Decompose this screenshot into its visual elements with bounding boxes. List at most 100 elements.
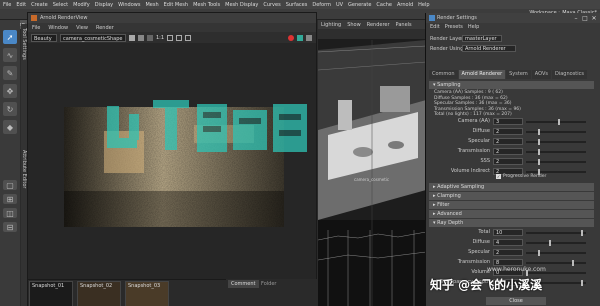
sampling-param-value[interactable]: 3 xyxy=(493,117,523,125)
ray-depth-header[interactable]: ▾ Ray Depth xyxy=(429,219,594,227)
rs-menu-presets[interactable]: Presets xyxy=(445,24,463,30)
maya-menu-item[interactable]: Curves xyxy=(263,2,280,8)
tab-comment[interactable]: Comment xyxy=(228,280,259,288)
close-icon[interactable]: ✕ xyxy=(590,15,598,22)
maya-menu-item[interactable]: Display xyxy=(95,2,113,8)
rv-menu-file[interactable]: File xyxy=(32,25,40,31)
snapshot-thumb[interactable]: Snapshot_01 xyxy=(29,281,73,306)
rotate-tool-icon[interactable]: ↻ xyxy=(3,102,17,116)
viewport-menu-lighting[interactable]: Lighting xyxy=(321,22,341,28)
progressive-render-checkbox[interactable]: ✓ xyxy=(496,174,501,179)
snapshot-thumb[interactable]: Snapshot_03 xyxy=(125,281,169,306)
crop-icon[interactable] xyxy=(176,34,183,41)
sampling-param-slider[interactable] xyxy=(526,159,586,165)
ray-depth-param-slider[interactable] xyxy=(526,250,586,256)
slider-handle[interactable] xyxy=(572,260,574,266)
tab-common[interactable]: Common xyxy=(429,70,458,79)
lasso-tool-icon[interactable]: ∿ xyxy=(3,48,17,62)
rv-menu-window[interactable]: Window xyxy=(48,25,68,31)
slider-handle[interactable] xyxy=(538,139,540,145)
maya-menu-item[interactable]: Create xyxy=(31,2,48,8)
render-layer-dropdown[interactable]: masterLayer xyxy=(462,35,502,42)
sampling-param-value[interactable]: 2 xyxy=(493,147,523,155)
render-canvas[interactable] xyxy=(28,43,316,279)
snapshot-thumb[interactable]: Snapshot_02 xyxy=(77,281,121,306)
minimize-icon[interactable]: – xyxy=(572,15,580,22)
lock-icon[interactable] xyxy=(185,34,192,41)
sampling-param-value[interactable]: 2 xyxy=(493,127,523,135)
slider-handle[interactable] xyxy=(538,129,540,135)
maya-menu-item[interactable]: Generate xyxy=(348,2,371,8)
ray-depth-param-slider[interactable] xyxy=(526,240,586,246)
maya-menu-item[interactable]: Edit xyxy=(16,2,26,8)
paint-select-icon[interactable]: ✎ xyxy=(3,66,17,80)
filter-header[interactable]: ▸ Filter xyxy=(429,201,594,209)
viewport-menu-renderer[interactable]: Renderer xyxy=(367,22,390,28)
advanced-header[interactable]: ▸ Advanced xyxy=(429,210,594,218)
slider-handle[interactable] xyxy=(581,280,583,286)
stop-render-icon[interactable] xyxy=(288,34,294,41)
maximize-icon[interactable]: □ xyxy=(581,15,589,22)
stacked-view-icon[interactable]: ⊟ xyxy=(3,222,17,232)
scene-viewport[interactable]: Lighting Show Renderer Panels 480 x 270 … xyxy=(318,20,426,306)
clamping-header[interactable]: ▸ Clamping xyxy=(429,192,594,200)
viewport-menu-panels[interactable]: Panels xyxy=(396,22,412,28)
tab-diagnostics[interactable]: Diagnostics xyxy=(552,70,588,79)
single-view-icon[interactable]: ▢ xyxy=(3,180,17,190)
slider-handle[interactable] xyxy=(538,250,540,256)
maya-menu-item[interactable]: Mesh Tools xyxy=(193,2,220,8)
settings-icon[interactable] xyxy=(306,34,312,41)
viewport-menu-show[interactable]: Show xyxy=(347,22,361,28)
aov-dropdown[interactable]: Beauty xyxy=(31,33,57,42)
ray-depth-param-value[interactable]: 8 xyxy=(493,258,523,266)
adaptive-sampling-header[interactable]: ▸ Adaptive Sampling xyxy=(429,183,594,191)
sampling-param-slider[interactable] xyxy=(526,149,586,155)
renderview-titlebar[interactable]: Arnold RenderView xyxy=(28,13,316,23)
move-tool-icon[interactable]: ✥ xyxy=(3,84,17,98)
maya-menu-item[interactable]: Mesh xyxy=(145,2,158,8)
ray-depth-param-slider[interactable] xyxy=(526,230,586,236)
tab-aovs[interactable]: AOVs xyxy=(531,70,551,79)
rv-menu-render[interactable]: Render xyxy=(96,25,114,31)
sampling-param-slider[interactable] xyxy=(526,169,586,175)
maya-menu-item[interactable]: File xyxy=(3,2,11,8)
exposure-icon[interactable] xyxy=(147,34,153,41)
sampling-param-value[interactable]: 2 xyxy=(493,157,523,165)
maya-menu-item[interactable]: Surfaces xyxy=(286,2,308,8)
camera-dropdown[interactable]: camera_cosmeticShape xyxy=(60,33,126,42)
sampling-param-slider[interactable] xyxy=(526,129,586,135)
ray-depth-param-slider[interactable] xyxy=(526,260,586,266)
slider-handle[interactable] xyxy=(538,159,540,165)
maya-menu-item[interactable]: Arnold xyxy=(397,2,413,8)
render-settings-titlebar[interactable]: Render Settings – □ ✕ xyxy=(426,13,600,23)
slider-handle[interactable] xyxy=(538,149,540,155)
sampling-section-header[interactable]: ▾ Sampling xyxy=(429,81,594,89)
select-tool-icon[interactable]: ➚ xyxy=(3,30,17,44)
alpha-channel-icon[interactable] xyxy=(138,34,144,41)
slider-handle[interactable] xyxy=(558,119,560,125)
side-by-side-icon[interactable]: ◫ xyxy=(3,208,17,218)
ray-depth-param-value[interactable]: 4 xyxy=(493,238,523,246)
sampling-param-value[interactable]: 2 xyxy=(493,137,523,145)
sampling-param-slider[interactable] xyxy=(526,139,586,145)
maya-menu-item[interactable]: Mesh Display xyxy=(225,2,258,8)
scale-tool-icon[interactable]: ◆ xyxy=(3,120,17,134)
render-using-dropdown[interactable]: Arnold Renderer xyxy=(462,45,516,52)
zoom-ratio[interactable]: 1:1 xyxy=(156,35,164,41)
ray-depth-param-value[interactable]: 10 xyxy=(493,228,523,236)
sampling-param-slider[interactable] xyxy=(526,119,586,125)
slider-handle[interactable] xyxy=(581,230,583,236)
maya-menu-item[interactable]: Edit Mesh xyxy=(164,2,188,8)
rs-menu-edit[interactable]: Edit xyxy=(430,24,440,30)
maya-menu-item[interactable]: Select xyxy=(53,2,68,8)
maya-menu-item[interactable]: Windows xyxy=(118,2,140,8)
maya-menu-item[interactable]: UV xyxy=(336,2,343,8)
region-icon[interactable] xyxy=(167,34,174,41)
close-button[interactable]: Close xyxy=(486,297,546,305)
color-channel-icon[interactable] xyxy=(129,34,135,41)
slider-handle[interactable] xyxy=(549,240,551,246)
ray-depth-param-value[interactable]: 2 xyxy=(493,248,523,256)
maya-menu-item[interactable]: Modify xyxy=(73,2,90,8)
tab-system[interactable]: System xyxy=(506,70,531,79)
tab-arnold-renderer[interactable]: Arnold Renderer xyxy=(458,70,506,79)
